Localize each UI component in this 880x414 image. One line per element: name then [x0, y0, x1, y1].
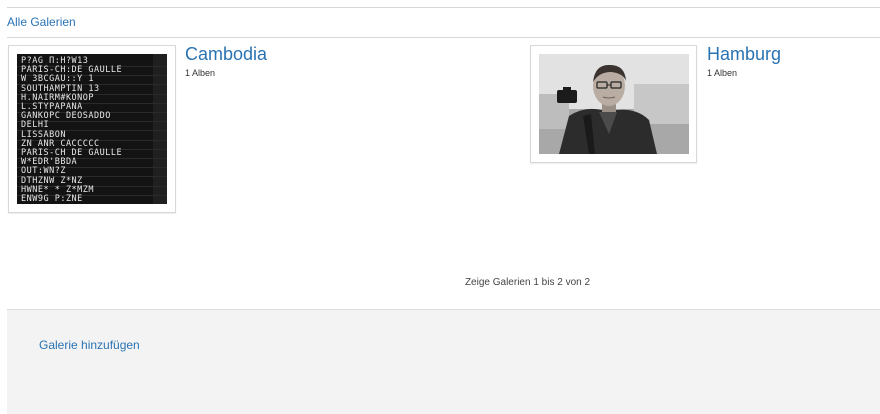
- gallery-thumbnail-cambodia[interactable]: P?AG Π:H?W13 PARIS-CH:DE GAULLE W 3BCGAU::…: [8, 45, 176, 213]
- gallery-album-count-hamburg: 1 Alben: [707, 68, 738, 78]
- gallery-title-cambodia[interactable]: Cambodia: [185, 45, 267, 63]
- board-row-text: ENW9G P:ZNE: [21, 194, 83, 204]
- breadcrumb-all-galleries[interactable]: Alle Galerien: [7, 15, 76, 29]
- breadcrumb-divider: [7, 37, 880, 38]
- top-divider: [7, 7, 880, 8]
- pagination-summary: Zeige Galerien 1 bis 2 von 2: [464, 277, 591, 288]
- gallery-thumbnail-hamburg[interactable]: [530, 45, 697, 163]
- gallery-title-hamburg[interactable]: Hamburg: [707, 45, 781, 63]
- gallery-album-count-cambodia: 1 Alben: [185, 68, 216, 78]
- portrait-photo: [539, 54, 689, 154]
- footer-panel: Galerie hinzufügen: [7, 309, 880, 414]
- departure-board-photo: P?AG Π:H?W13 PARIS-CH:DE GAULLE W 3BCGAU::…: [17, 54, 167, 204]
- add-gallery-link[interactable]: Galerie hinzufügen: [39, 338, 140, 352]
